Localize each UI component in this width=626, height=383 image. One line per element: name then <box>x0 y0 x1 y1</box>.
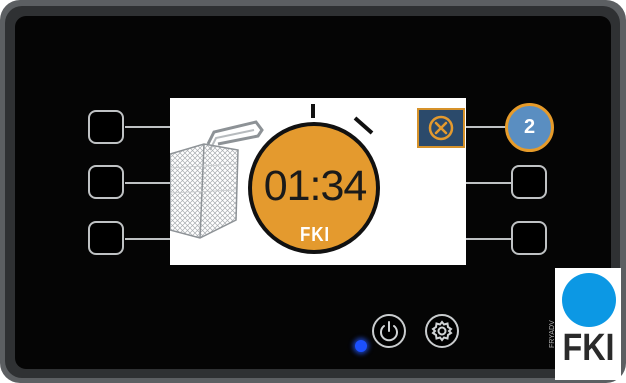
power-button[interactable] <box>372 314 406 348</box>
settings-button[interactable] <box>425 314 459 348</box>
close-circle-icon <box>428 115 454 141</box>
left-bottom-button[interactable] <box>88 221 124 255</box>
right-top-connector <box>466 126 508 128</box>
left-middle-connector <box>125 182 171 184</box>
left-bottom-connector <box>125 238 171 240</box>
left-top-connector <box>125 126 171 128</box>
timer-readout: 01:34 <box>263 162 368 210</box>
right-middle-connector <box>466 182 512 184</box>
left-top-button[interactable] <box>88 110 124 144</box>
logo-text: FKI <box>562 327 615 369</box>
right-bottom-connector <box>466 238 512 240</box>
timer-brand-label: FKI <box>300 224 330 246</box>
logo-side-text: FRYADV <box>549 320 556 348</box>
power-icon <box>380 321 398 342</box>
right-bottom-button[interactable] <box>511 221 547 255</box>
close-button[interactable] <box>417 108 465 148</box>
status-led <box>355 340 367 352</box>
logo-circle <box>562 273 616 327</box>
position-badge: 2 <box>505 103 554 152</box>
gear-icon <box>431 320 453 342</box>
left-middle-button[interactable] <box>88 165 124 199</box>
right-middle-button[interactable] <box>511 165 547 199</box>
